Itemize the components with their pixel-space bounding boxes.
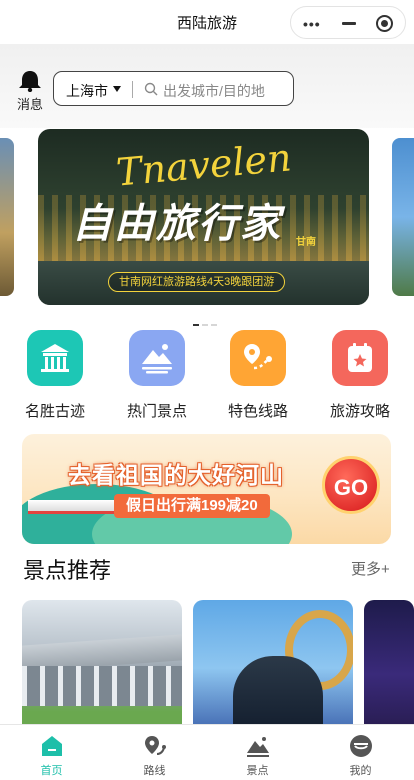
minimize-icon[interactable] xyxy=(342,22,356,25)
category-travel-guide[interactable]: 旅游攻略 xyxy=(316,330,404,421)
caret-down-icon[interactable] xyxy=(113,86,121,92)
tab-scenery[interactable]: 景点 xyxy=(206,725,309,780)
banner-headline: 自由旅行家 xyxy=(72,202,282,246)
category-special-routes[interactable]: 特色线路 xyxy=(214,330,302,421)
mini-program-capsule: ••• xyxy=(290,6,406,39)
tab-home[interactable]: 首页 xyxy=(0,725,103,780)
route-icon xyxy=(230,330,286,386)
profile-icon xyxy=(349,735,372,757)
card-image-sculpture xyxy=(233,656,323,724)
tab-label: 景点 xyxy=(246,765,269,777)
search-input[interactable]: 出发城市/目的地 xyxy=(163,81,265,101)
temple-icon xyxy=(27,330,83,386)
title-bar: 西陆旅游 ••• xyxy=(0,0,414,44)
bell-icon xyxy=(19,71,41,92)
mountain-icon xyxy=(129,330,185,386)
tab-profile[interactable]: 我的 xyxy=(309,725,412,780)
banner-pager xyxy=(193,313,220,331)
search-divider xyxy=(132,81,133,98)
category-hot-spots[interactable]: 热门景点 xyxy=(113,330,201,421)
more-link[interactable]: 更多+ xyxy=(351,558,390,579)
banner-slide[interactable]: Tnavelen 自由旅行家 甘南 甘南网红旅游路线4天3晚跟团游 xyxy=(38,129,369,305)
scenic-card-ocean-park[interactable] xyxy=(193,600,353,724)
banner-small-label: 甘南 xyxy=(296,237,316,248)
bottom-tab-bar: 首页 路线 景点 我的 xyxy=(0,724,414,780)
route-glyph xyxy=(244,344,272,370)
search-bar: 上海市 出发城市/目的地 xyxy=(53,71,294,106)
pager-dot xyxy=(211,324,217,326)
close-circle-icon[interactable] xyxy=(376,15,393,32)
tab-label: 路线 xyxy=(143,765,166,777)
home-icon xyxy=(41,736,62,756)
notification-button[interactable]: 消息 xyxy=(14,70,46,113)
more-icon[interactable]: ••• xyxy=(303,16,321,32)
promo-go-button[interactable]: GO xyxy=(322,456,380,514)
banner-carousel[interactable]: Tnavelen 自由旅行家 甘南 甘南网红旅游路线4天3晚跟团游 xyxy=(0,128,414,326)
banner-script-text: Tnavelen xyxy=(114,135,294,195)
promo-subtitle: 假日出行满199减20 xyxy=(114,494,270,518)
card-image-columns xyxy=(22,666,182,706)
guide-glyph xyxy=(348,343,372,372)
promo-banner[interactable]: 去看祖国的大好河山 假日出行满199减20 GO xyxy=(22,434,391,544)
route-map-icon xyxy=(144,736,166,755)
category-label: 名胜古迹 xyxy=(24,403,85,420)
notification-label: 消息 xyxy=(16,97,43,112)
city-selector[interactable]: 上海市 xyxy=(66,81,108,101)
category-grid: 名胜古迹 热门景点 特色线路 旅游攻略 xyxy=(0,330,414,430)
category-heritage[interactable]: 名胜古迹 xyxy=(11,330,99,421)
category-label: 特色线路 xyxy=(227,403,288,420)
promo-title: 去看祖国的大好河山 xyxy=(68,462,284,488)
search-header: 消息 上海市 出发城市/目的地 xyxy=(0,44,414,134)
search-icon xyxy=(144,82,158,96)
category-label: 旅游攻略 xyxy=(329,403,390,420)
pager-dot xyxy=(193,324,199,326)
banner-peek-next[interactable] xyxy=(392,138,414,296)
guide-icon xyxy=(332,330,388,386)
pager-dot xyxy=(202,324,208,326)
scenic-card-night-scene[interactable] xyxy=(364,600,414,724)
tab-routes[interactable]: 路线 xyxy=(103,725,206,780)
temple-glyph xyxy=(41,344,69,372)
banner-peek-previous[interactable] xyxy=(0,138,14,296)
banner-tagline: 甘南网红旅游路线4天3晚跟团游 xyxy=(108,272,286,292)
mountain-glyph xyxy=(142,344,172,374)
scenic-card-exhibition-hall[interactable] xyxy=(22,600,182,724)
section-title: 景点推荐 xyxy=(23,558,112,583)
tab-label: 首页 xyxy=(40,765,63,777)
promo-train-image xyxy=(28,500,124,514)
tab-label: 我的 xyxy=(349,765,372,777)
category-label: 热门景点 xyxy=(126,403,187,420)
scenery-icon xyxy=(246,737,269,757)
